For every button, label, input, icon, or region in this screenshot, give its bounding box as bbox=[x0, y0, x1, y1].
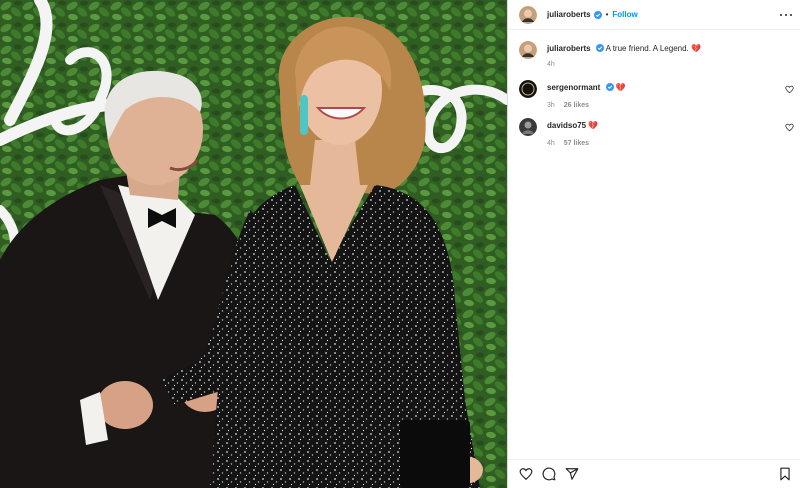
share-icon[interactable] bbox=[565, 467, 579, 481]
author-avatar[interactable] bbox=[519, 5, 537, 24]
commenter-avatar[interactable] bbox=[519, 118, 537, 136]
post-header: juliaroberts • Follow bbox=[508, 0, 800, 30]
comment-author[interactable]: davidso75 bbox=[547, 121, 586, 130]
comment-likes[interactable]: 26 likes bbox=[564, 102, 589, 109]
comment-author[interactable]: sergenormant bbox=[547, 83, 600, 92]
caption-text: A true friend. A Legend. bbox=[605, 44, 689, 53]
caption-time[interactable]: 4h bbox=[547, 61, 555, 68]
comment-icon[interactable] bbox=[542, 467, 556, 481]
verified-badge-icon bbox=[593, 10, 602, 19]
post-caption: juliaroberts A true friend. A Legend. 💔 … bbox=[519, 41, 794, 68]
comment-time[interactable]: 3h bbox=[547, 102, 555, 109]
caption-emoji: 💔 bbox=[691, 44, 701, 53]
comment-meta: 3h 26 likes bbox=[547, 102, 794, 109]
instagram-post-modal: juliaroberts • Follow juliaroberts A tru… bbox=[0, 0, 800, 488]
post-image bbox=[0, 0, 507, 488]
heart-icon[interactable] bbox=[785, 85, 794, 94]
caption-author-avatar[interactable] bbox=[519, 41, 537, 59]
comment-item: sergenormant 💔 3h 26 likes bbox=[519, 80, 794, 109]
comment-meta: 4h 57 likes bbox=[547, 140, 794, 147]
post-side-panel: juliaroberts • Follow juliaroberts A tru… bbox=[507, 0, 800, 488]
bookmark-icon[interactable] bbox=[778, 467, 792, 481]
follow-button[interactable]: Follow bbox=[612, 10, 637, 19]
caption-meta: 4h bbox=[547, 61, 794, 68]
comment-time[interactable]: 4h bbox=[547, 140, 555, 147]
heart-icon[interactable] bbox=[785, 123, 794, 132]
comment-item: davidso75 💔 4h 57 likes bbox=[519, 118, 794, 147]
author-username[interactable]: juliaroberts bbox=[547, 10, 591, 19]
caption-author[interactable]: juliaroberts bbox=[547, 44, 591, 53]
comment-text-line: sergenormant 💔 bbox=[547, 83, 626, 93]
comment-text: 💔 bbox=[615, 83, 626, 92]
verified-badge-icon bbox=[605, 83, 614, 91]
comment-text: 💔 bbox=[588, 121, 599, 130]
header-separator: • bbox=[605, 10, 609, 19]
like-heart-icon[interactable] bbox=[519, 467, 533, 481]
verified-badge-icon bbox=[595, 44, 604, 52]
post-actions-bar bbox=[508, 459, 800, 488]
commenter-avatar[interactable] bbox=[519, 80, 537, 98]
more-options-icon[interactable] bbox=[780, 10, 792, 20]
comment-likes[interactable]: 57 likes bbox=[564, 140, 589, 147]
post-photo[interactable] bbox=[0, 0, 507, 488]
caption-text-line: juliaroberts A true friend. A Legend. 💔 bbox=[547, 44, 701, 54]
comment-text-line: davidso75 💔 bbox=[547, 121, 598, 131]
